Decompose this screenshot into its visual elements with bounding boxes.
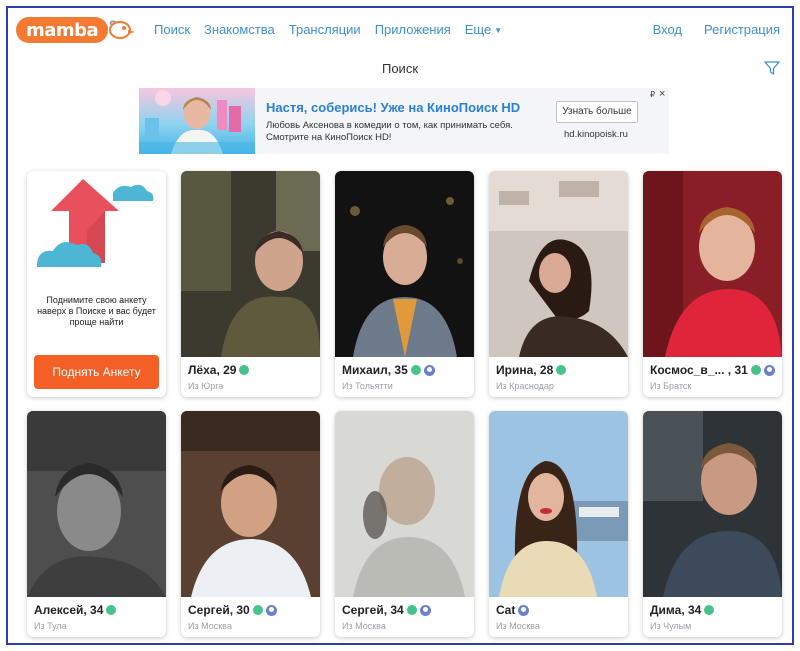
- profile-city: Из Москва: [496, 621, 540, 631]
- profile-photo: [27, 411, 166, 597]
- online-status-icon: [704, 605, 715, 615]
- profile-city: Из Москва: [342, 621, 386, 631]
- profile-card[interactable]: Лёха, 29 Из Юрга: [181, 171, 320, 397]
- profile-photo: [489, 411, 628, 597]
- profile-name-text: Сергей, 30: [188, 603, 250, 617]
- logo-bird-icon: [109, 20, 135, 39]
- ad-ruble-icon: ₽: [650, 90, 656, 99]
- profile-name-text: Сергей, 34: [342, 603, 404, 617]
- nav-more[interactable]: Еще ▼: [465, 22, 502, 37]
- profile-name: Лёха, 29: [188, 363, 250, 377]
- profile-name: Алексей, 34: [34, 603, 117, 617]
- profile-card[interactable]: Михаил, 35 Из Тольятти: [335, 171, 474, 397]
- ad-body: Любовь Аксенова в комедии о том, как при…: [266, 120, 513, 143]
- logo-text: mamba: [26, 20, 99, 41]
- profile-city: Из Краснодар: [496, 381, 554, 391]
- profile-name: Cat: [496, 603, 530, 617]
- profile-photo: [181, 411, 320, 597]
- profile-name: Ирина, 28: [496, 363, 567, 377]
- profile-city: Из Москва: [188, 621, 232, 631]
- ad-headline[interactable]: Настя, соберись! Уже на КиноПоиск HD: [266, 100, 520, 115]
- profile-photo: [335, 171, 474, 357]
- profile-photo: [643, 171, 782, 357]
- online-status-icon: [106, 605, 117, 615]
- profile-city: Из Тула: [34, 621, 67, 631]
- profile-card[interactable]: Дима, 34 Из Чулым: [643, 411, 782, 637]
- ad-learn-more-button[interactable]: Узнать больше: [556, 101, 638, 123]
- profile-name-text: Дима, 34: [650, 603, 702, 617]
- header: mamba Поиск Знакомства Трансляции Прилож…: [8, 8, 792, 52]
- profile-photo: [181, 171, 320, 357]
- profile-name-text: Cat: [496, 603, 516, 617]
- nav-dating[interactable]: Знакомства: [204, 22, 275, 37]
- raise-profile-card: Поднимите свою анкету наверх в Поиске и …: [27, 171, 166, 397]
- caret-down-icon: ▼: [494, 26, 503, 36]
- verified-icon: [265, 604, 277, 616]
- profile-name-text: Лёха, 29: [188, 363, 237, 377]
- online-status-icon: [410, 365, 421, 375]
- nav-more-label: Еще: [464, 22, 492, 37]
- profile-card[interactable]: Cat Из Москва: [489, 411, 628, 637]
- page-title: Поиск: [381, 61, 419, 76]
- login-link[interactable]: Вход: [653, 22, 682, 37]
- profile-city: Из Чулым: [650, 621, 692, 631]
- profile-name: Сергей, 30: [188, 603, 277, 617]
- main-nav: Поиск Знакомства Трансляции Приложения Е…: [154, 22, 502, 37]
- register-link[interactable]: Регистрация: [704, 22, 780, 37]
- ad-close-icon[interactable]: ×: [659, 88, 665, 100]
- nav-search[interactable]: Поиск: [154, 22, 190, 37]
- online-status-icon: [556, 365, 567, 375]
- filter-icon[interactable]: [764, 60, 780, 76]
- profile-name-text: Алексей, 34: [34, 603, 104, 617]
- verified-icon: [518, 604, 530, 616]
- nav-streams[interactable]: Трансляции: [289, 22, 361, 37]
- verified-icon: [423, 364, 435, 376]
- profile-photo: [489, 171, 628, 357]
- raise-profile-text: Поднимите свою анкету наверх в Поиске и …: [37, 295, 156, 327]
- ad-domain[interactable]: hd.kinopoisk.ru: [564, 129, 628, 140]
- profile-card[interactable]: Космос_в_... , 31 Из Братск: [643, 171, 782, 397]
- profile-card[interactable]: Ирина, 28 Из Краснодар: [489, 171, 628, 397]
- profile-name-text: Космос_в_... , 31: [650, 363, 748, 377]
- online-status-icon: [239, 365, 250, 375]
- nav-apps[interactable]: Приложения: [375, 22, 451, 37]
- ad-image: [139, 88, 255, 154]
- mamba-logo[interactable]: mamba: [16, 17, 108, 43]
- profile-city: Из Тольятти: [342, 381, 393, 391]
- profile-card[interactable]: Сергей, 34 Из Москва: [335, 411, 474, 637]
- profile-name-text: Михаил, 35: [342, 363, 408, 377]
- profile-name: Дима, 34: [650, 603, 715, 617]
- verified-icon: [763, 364, 775, 376]
- profile-name: Михаил, 35: [342, 363, 435, 377]
- online-status-icon: [406, 605, 417, 615]
- profile-name: Космос_в_... , 31: [650, 363, 775, 377]
- profile-name: Сергей, 34: [342, 603, 431, 617]
- profile-name-text: Ирина, 28: [496, 363, 554, 377]
- profile-city: Из Юрга: [188, 381, 224, 391]
- profile-city: Из Братск: [650, 381, 692, 391]
- verified-icon: [419, 604, 431, 616]
- profile-photo: [643, 411, 782, 597]
- raise-profile-button[interactable]: Поднять Анкету: [34, 355, 159, 389]
- profile-photo: [335, 411, 474, 597]
- ad-banner[interactable]: Настя, соберись! Уже на КиноПоиск HD Люб…: [139, 88, 669, 154]
- profile-card[interactable]: Сергей, 30 Из Москва: [181, 411, 320, 637]
- browser-frame: mamba Поиск Знакомства Трансляции Прилож…: [6, 6, 794, 645]
- online-status-icon: [252, 605, 263, 615]
- online-status-icon: [750, 365, 761, 375]
- raise-arrow-illustration: [37, 179, 154, 267]
- auth-links: Вход Регистрация: [653, 22, 780, 37]
- profile-card[interactable]: Алексей, 34 Из Тула: [27, 411, 166, 637]
